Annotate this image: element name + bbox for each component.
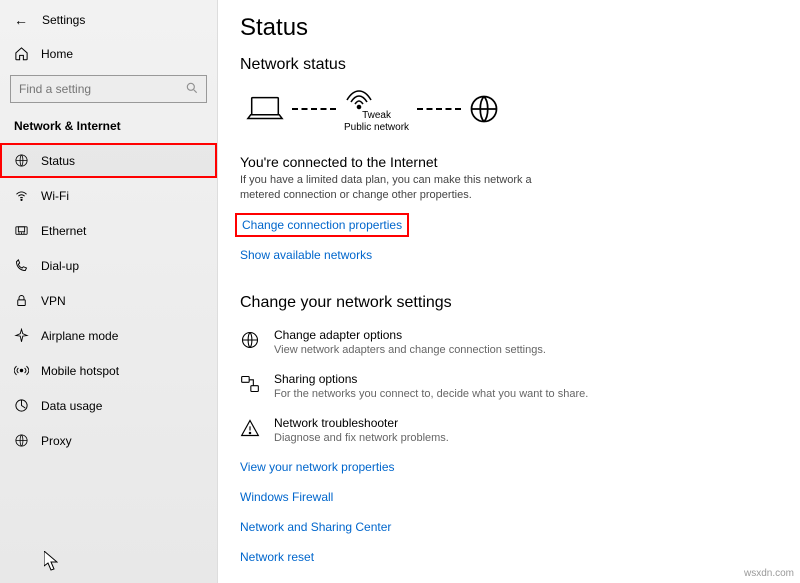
connected-desc: If you have a limited data plan, you can… bbox=[240, 173, 540, 204]
sidebar-item-label: Proxy bbox=[41, 434, 72, 448]
troubleshoot-icon bbox=[240, 418, 260, 438]
sidebar-item-label: Dial-up bbox=[41, 259, 79, 273]
link-windows-firewall[interactable]: Windows Firewall bbox=[240, 490, 780, 504]
search-icon bbox=[185, 81, 199, 95]
sidebar-item-label: Mobile hotspot bbox=[41, 364, 119, 378]
main-content: Status Network status Tweak Public netwo… bbox=[218, 0, 800, 583]
option-desc: Diagnose and fix network problems. bbox=[274, 432, 449, 444]
hotspot-icon bbox=[14, 363, 29, 378]
sidebar-item-label: Data usage bbox=[41, 399, 102, 413]
globe-icon bbox=[469, 94, 499, 124]
dialup-icon bbox=[14, 258, 29, 273]
home-icon bbox=[14, 46, 29, 61]
show-available-networks-link[interactable]: Show available networks bbox=[240, 248, 372, 262]
data-usage-icon bbox=[14, 398, 29, 413]
wifi-icon bbox=[14, 188, 29, 203]
sidebar-category: Network & Internet bbox=[0, 111, 217, 143]
sidebar-item-dialup[interactable]: Dial-up bbox=[0, 248, 217, 283]
sidebar-item-label: Ethernet bbox=[41, 224, 86, 238]
change-connection-properties-link[interactable]: Change connection properties bbox=[240, 218, 404, 232]
home-label: Home bbox=[41, 47, 73, 61]
app-title: Settings bbox=[42, 13, 85, 27]
sidebar-home[interactable]: Home bbox=[0, 36, 217, 71]
ethernet-icon bbox=[14, 223, 29, 238]
vpn-icon bbox=[14, 293, 29, 308]
sidebar-item-datausage[interactable]: Data usage bbox=[0, 388, 217, 423]
option-desc: View network adapters and change connect… bbox=[274, 344, 546, 356]
option-title: Sharing options bbox=[274, 372, 588, 386]
wifi-diagram-icon bbox=[344, 84, 374, 110]
change-settings-heading: Change your network settings bbox=[240, 294, 780, 312]
status-icon bbox=[14, 153, 29, 168]
sidebar-item-label: Wi-Fi bbox=[41, 189, 69, 203]
option-title: Change adapter options bbox=[274, 328, 546, 342]
option-desc: For the networks you connect to, decide … bbox=[274, 388, 588, 400]
adapter-icon bbox=[240, 330, 260, 350]
network-status-heading: Network status bbox=[240, 56, 780, 74]
search-input[interactable] bbox=[10, 75, 207, 103]
network-diagram: Tweak Public network bbox=[246, 84, 780, 134]
link-network-reset[interactable]: Network reset bbox=[240, 550, 780, 564]
sidebar-item-proxy[interactable]: Proxy bbox=[0, 423, 217, 458]
laptop-icon bbox=[246, 95, 284, 123]
diagram-ssid: Tweak bbox=[344, 110, 409, 122]
cursor-icon bbox=[44, 551, 58, 571]
sidebar-item-airplane[interactable]: Airplane mode bbox=[0, 318, 217, 353]
option-title: Network troubleshooter bbox=[274, 416, 449, 430]
watermark: wsxdn.com bbox=[744, 568, 794, 579]
page-title: Status bbox=[240, 14, 780, 42]
sharing-icon bbox=[240, 374, 260, 394]
diagram-type: Public network bbox=[344, 122, 409, 134]
proxy-icon bbox=[14, 433, 29, 448]
option-troubleshooter[interactable]: Network troubleshooter Diagnose and fix … bbox=[240, 416, 780, 444]
link-sharing-center[interactable]: Network and Sharing Center bbox=[240, 520, 780, 534]
connected-heading: You're connected to the Internet bbox=[240, 154, 780, 170]
sidebar-item-label: VPN bbox=[41, 294, 66, 308]
sidebar-item-hotspot[interactable]: Mobile hotspot bbox=[0, 353, 217, 388]
sidebar: ← Settings Home Network & Internet Statu… bbox=[0, 0, 218, 583]
option-sharing[interactable]: Sharing options For the networks you con… bbox=[240, 372, 780, 400]
sidebar-item-vpn[interactable]: VPN bbox=[0, 283, 217, 318]
back-button[interactable]: ← bbox=[14, 12, 28, 28]
link-view-properties[interactable]: View your network properties bbox=[240, 460, 780, 474]
sidebar-item-ethernet[interactable]: Ethernet bbox=[0, 213, 217, 248]
sidebar-item-label: Status bbox=[41, 154, 75, 168]
option-adapter[interactable]: Change adapter options View network adap… bbox=[240, 328, 780, 356]
sidebar-item-label: Airplane mode bbox=[41, 329, 118, 343]
airplane-icon bbox=[14, 328, 29, 343]
sidebar-item-status[interactable]: Status bbox=[0, 143, 217, 178]
sidebar-item-wifi[interactable]: Wi-Fi bbox=[0, 178, 217, 213]
